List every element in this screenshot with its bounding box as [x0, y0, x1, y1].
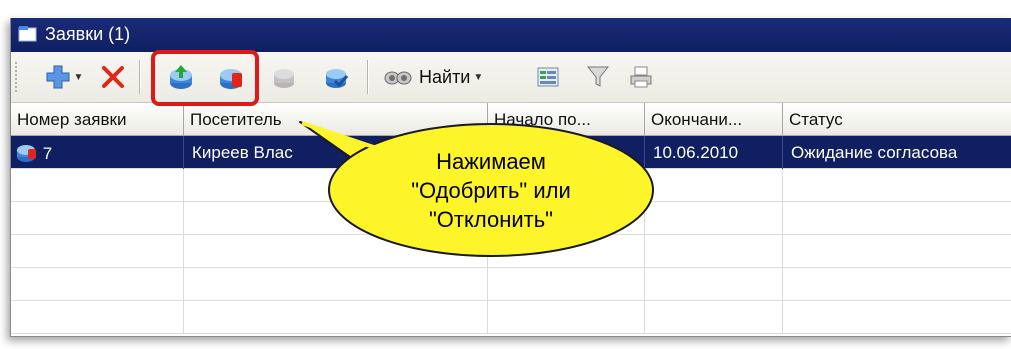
cell-number: 7	[11, 136, 184, 169]
delete-icon	[102, 66, 124, 88]
funnel-icon	[586, 66, 610, 87]
callout-line: "Одобрить" или	[411, 178, 571, 203]
column-header-visitor[interactable]: Посетитель	[184, 103, 488, 136]
request-status-icon	[17, 145, 36, 162]
find-dropdown-icon: ▼	[473, 71, 484, 83]
print-icon	[630, 66, 652, 88]
delete-button[interactable]	[95, 62, 131, 92]
add-button[interactable]: ▼	[39, 62, 89, 92]
cell-end: 10.06.2010	[645, 136, 783, 169]
title-bar: Заявки (1)	[11, 18, 1011, 52]
find-label: Найти	[419, 66, 471, 87]
funnel-button[interactable]	[581, 62, 615, 92]
find-button[interactable]: Найти ▼	[383, 62, 523, 92]
column-header-number[interactable]: Номер заявки	[11, 103, 184, 136]
table-row-empty[interactable]	[11, 301, 1011, 334]
add-icon	[46, 65, 70, 89]
filter-list-icon	[537, 67, 559, 87]
column-header-end[interactable]: Окончани...	[645, 103, 783, 136]
toolbar-separator	[367, 60, 369, 94]
confirm-icon	[326, 69, 349, 88]
confirm-button[interactable]	[317, 62, 355, 92]
toolbar-grip[interactable]	[15, 62, 21, 92]
callout-line: "Отклонить"	[429, 207, 553, 232]
window-title: Заявки (1)	[45, 24, 131, 44]
print-button[interactable]	[623, 62, 659, 92]
table-row-empty[interactable]	[11, 235, 1011, 268]
binoculars-icon	[384, 71, 412, 85]
window-icon	[18, 26, 37, 42]
approve-reject-highlight	[151, 50, 259, 106]
column-header-start[interactable]: Начало по...	[488, 103, 645, 136]
disabled-button[interactable]	[266, 62, 302, 92]
table-row-empty[interactable]	[11, 268, 1011, 301]
list-filter-button[interactable]	[531, 62, 565, 92]
disabled-icon	[274, 69, 294, 88]
callout-text: Нажимаем "Одобрить" или "Отклонить"	[380, 147, 602, 234]
request-number: 7	[42, 144, 53, 163]
callout-line: Нажимаем	[436, 149, 546, 174]
cell-status: Ожидание согласова	[783, 136, 1011, 169]
toolbar-separator	[139, 60, 141, 94]
dropdown-caret-icon: ▼	[73, 71, 84, 83]
column-header-status[interactable]: Статус	[783, 103, 1011, 136]
